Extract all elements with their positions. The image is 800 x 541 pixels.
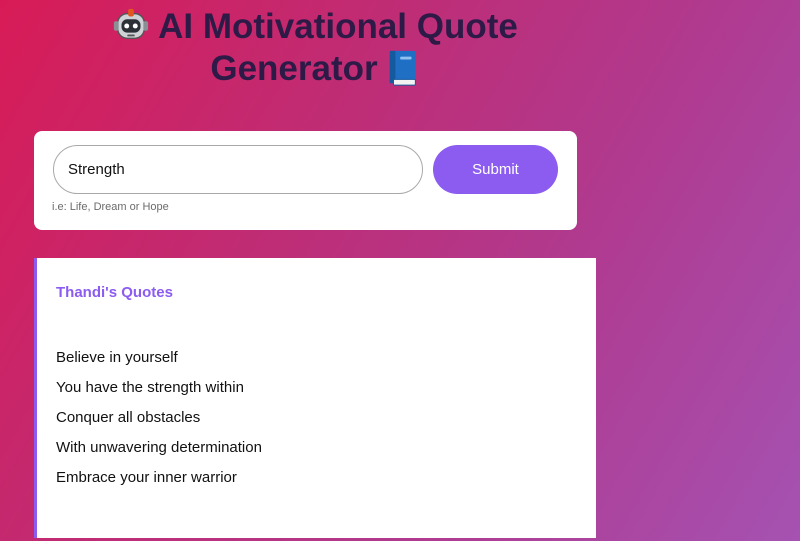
submit-button[interactable]: Submit bbox=[433, 145, 558, 194]
title-line-1: AI Motivational Quote bbox=[158, 7, 518, 46]
search-form-card: Submit i.e: Life, Dream or Hope bbox=[34, 131, 577, 230]
quote-line: You have the strength within bbox=[56, 379, 244, 396]
title-line-2: Generator bbox=[210, 49, 378, 88]
input-hint: i.e: Life, Dream or Hope bbox=[52, 201, 169, 213]
robot-icon bbox=[114, 8, 149, 39]
quote-line: Embrace your inner warrior bbox=[56, 469, 237, 486]
quotes-heading: Thandi's Quotes bbox=[56, 284, 173, 301]
quote-line: Believe in yourself bbox=[56, 349, 178, 366]
quotes-list: Believe in yourself You have the strengt… bbox=[56, 343, 262, 493]
book-icon bbox=[389, 50, 416, 86]
page-title: AI Motivational Quote Generator bbox=[0, 6, 630, 90]
quotes-card: Thandi's Quotes Believe in yourself You … bbox=[34, 258, 596, 538]
quote-line: With unwavering determination bbox=[56, 439, 262, 456]
search-input[interactable] bbox=[53, 145, 423, 194]
quote-line: Conquer all obstacles bbox=[56, 409, 201, 426]
